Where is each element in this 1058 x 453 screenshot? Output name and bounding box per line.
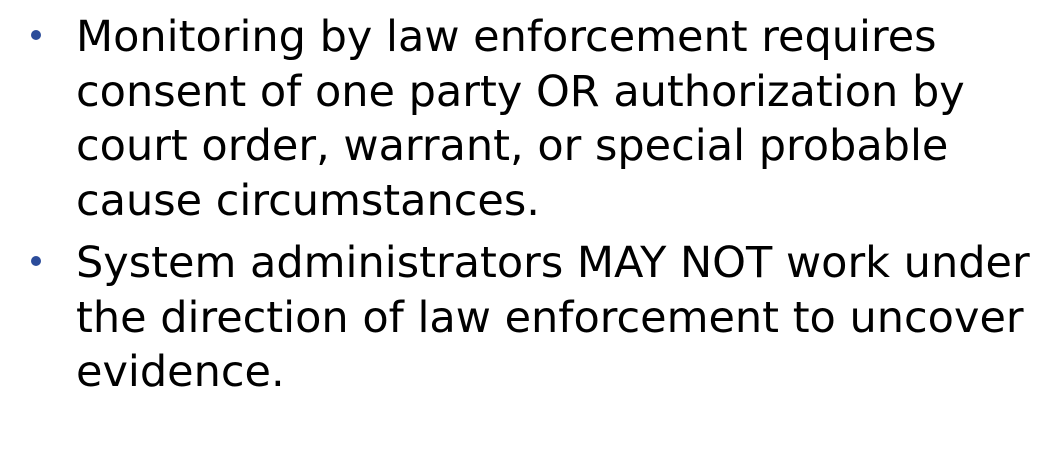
bullet-dot-icon bbox=[31, 30, 41, 40]
bullet-item: Monitoring by law enforcement requires c… bbox=[0, 10, 1058, 228]
bullet-dot-icon bbox=[31, 256, 41, 266]
bullet-text: Monitoring by law enforcement requires c… bbox=[76, 12, 965, 226]
bullet-text: System administrators MAY NOT work under… bbox=[76, 238, 1030, 397]
slide: Monitoring by law enforcement requires c… bbox=[0, 0, 1058, 453]
bullet-list: Monitoring by law enforcement requires c… bbox=[0, 10, 1058, 408]
bullet-item: System administrators MAY NOT work under… bbox=[0, 236, 1058, 400]
